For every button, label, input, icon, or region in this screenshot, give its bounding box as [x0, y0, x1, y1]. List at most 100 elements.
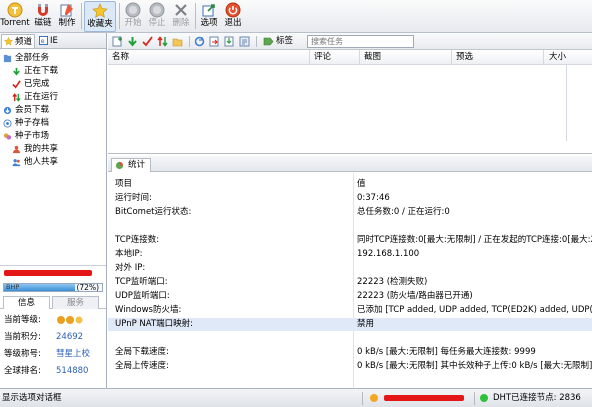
toolbar-divider [119, 3, 120, 29]
star-icon [4, 37, 13, 46]
stats-row-upnp[interactable]: UPnP NAT端口映射: 禁用 [108, 318, 592, 331]
main-toolbar: Torrent 磁链 制作 收藏夹 开始 停止 删除 选项 退出 [0, 0, 592, 33]
exit-power-icon [225, 2, 241, 18]
tree-item-others-share[interactable]: 他人共享 [12, 156, 58, 169]
list-column-divider [566, 65, 567, 141]
magnet-button[interactable]: 磁链 [32, 1, 54, 32]
tab-channels[interactable]: 频道 [1, 34, 35, 48]
checkmark-icon [12, 80, 21, 89]
user-info-panel: BHP (72%) 信息 服务 当前等级: 当前积分: 24692 等级称号: [0, 265, 106, 388]
ie-icon: e [39, 36, 48, 45]
subbar-divider [256, 36, 257, 47]
stats-row-download-speed: 全局下载速度: 0 kB/s [最大:无限制] 每任务最大连接数: 9999 [115, 347, 536, 357]
tab-ie[interactable]: e IE [37, 34, 65, 48]
running-arrows-icon[interactable] [157, 36, 168, 47]
tree-item-downloading[interactable]: 正在下载 [12, 65, 58, 78]
tab-statistics[interactable]: 统计 [111, 158, 151, 172]
left-tab-bar: 频道 e IE [0, 33, 106, 49]
user-row-level: 当前等级: [4, 312, 104, 328]
tree-item-member-download[interactable]: 会员下载 [3, 104, 49, 117]
start-icon [125, 2, 141, 18]
tab-service[interactable]: 服务 [52, 296, 99, 309]
running-arrows-icon [12, 93, 21, 102]
stats-row-tcp-connections: TCP连接数: 同时TCP连接数:0[最大:无限制] / 正在发起的TCP连接:… [115, 235, 592, 245]
toolbar-divider [195, 3, 196, 29]
stats-row-local-ip: 本地IP: 192.168.1.100 [115, 249, 420, 259]
delete-icon [175, 4, 187, 16]
stats-row-tcp-port: TCP监听端口: 22223 (检测失败) [115, 277, 428, 287]
task-list: 名称 评论 截图 预选 大小 [108, 50, 592, 154]
column-header-screenshot[interactable]: 截图 [360, 50, 452, 65]
export-icon[interactable] [209, 36, 220, 47]
favorites-star-icon [92, 3, 108, 18]
user-row-title: 等级称号: 彗星上校 [4, 349, 91, 359]
torrent-button[interactable]: Torrent [0, 1, 30, 32]
stats-row-windows-firewall: Windows防火墙: 已添加 [TCP added, UDP added, T… [115, 305, 592, 315]
all-tasks-icon [3, 54, 12, 63]
stats-row-external-ip: 对外 IP: [115, 263, 146, 273]
subbar-divider [189, 36, 190, 47]
level-badge-icon [57, 315, 83, 324]
folder-icon[interactable] [172, 36, 183, 47]
tree-item-torrent-market[interactable]: 种子市场 [3, 130, 49, 143]
member-download-icon [3, 106, 12, 115]
torrent-market-icon [3, 133, 12, 140]
username-redacted [4, 270, 92, 276]
exit-button[interactable]: 退出 [222, 1, 244, 32]
column-header-size[interactable]: 大小 [544, 50, 592, 65]
options-button[interactable]: 选项 [198, 1, 220, 32]
stats-row-uptime: 运行时间: 0:37:46 [115, 193, 390, 203]
favorites-button[interactable]: 收藏夹 [84, 1, 116, 32]
column-header-comments[interactable]: 评论 [310, 50, 360, 65]
left-pane: 频道 e IE 全部任务 正在下载 已完成 正在运行 会员下载 种子存档 种子市… [0, 33, 107, 388]
stats-header-row: 项目 值 [115, 179, 366, 189]
download-arrow-icon [13, 67, 20, 76]
delete-button[interactable]: 删除 [170, 1, 192, 32]
stats-row-run-state: BitComet运行状态: 总任务数:0 / 正在运行:0 [115, 207, 450, 217]
start-button[interactable]: 开始 [122, 1, 144, 32]
user-row-rank: 全球排名: 514880 [4, 366, 89, 376]
tree-item-all-tasks[interactable]: 全部任务 [3, 52, 49, 65]
status-divider [362, 392, 363, 405]
status-hint: 显示选项对话框 [2, 393, 62, 403]
search-tasks-input[interactable] [307, 35, 414, 48]
dht-status-icon [480, 394, 488, 402]
statistics-chart-icon [115, 161, 124, 170]
stats-row-upload-speed: 全局上传速度: 0 kB/s [最大:无限制] 其中长效种子上传:0 kB/s … [115, 361, 592, 371]
refresh-icon[interactable] [194, 36, 205, 47]
new-task-icon[interactable] [112, 36, 123, 47]
stop-icon [149, 2, 165, 18]
complete-check-icon[interactable] [142, 36, 153, 47]
tree-item-my-share[interactable]: 我的共享 [12, 143, 58, 156]
level-progress-bar: BHP (72%) [3, 283, 103, 292]
user-tab-bar: 信息 服务 [0, 295, 106, 309]
tree-item-running[interactable]: 正在运行 [12, 91, 58, 104]
toolbar-divider [81, 3, 82, 29]
statistics-tab-bar: 统计 [108, 156, 592, 172]
status-bar: 显示选项对话框 DHT已连接节点: 2836 [0, 388, 592, 407]
torrent-archive-icon [3, 119, 12, 128]
tab-info[interactable]: 信息 [3, 296, 50, 309]
tree-item-completed[interactable]: 已完成 [12, 78, 50, 91]
network-warning-icon [370, 394, 378, 402]
magnet-icon [38, 4, 48, 16]
tag-button[interactable]: 标签 [263, 35, 293, 48]
others-share-icon [12, 159, 21, 167]
column-header-name[interactable]: 名称 [108, 50, 310, 65]
download-icon[interactable] [127, 36, 138, 47]
tag-icon [263, 37, 274, 46]
stop-button[interactable]: 停止 [146, 1, 168, 32]
make-torrent-button[interactable]: 制作 [56, 1, 78, 32]
user-row-points: 当前积分: 24692 [4, 332, 84, 342]
tree-item-torrent-archive[interactable]: 种子存档 [3, 117, 49, 130]
statistics-panel: 统计 项目 值 运行时间: 0:37:46 BitComet运行状态: 总任务数… [108, 156, 592, 388]
options-icon [202, 4, 215, 17]
stats-row-udp-port: UDP监听端口: 22223 (防火墙/路由器已开通) [115, 291, 473, 301]
svg-text:e: e [41, 38, 45, 45]
column-header-preselect[interactable]: 预选 [452, 50, 544, 65]
make-torrent-icon [60, 4, 73, 17]
status-divider [474, 392, 475, 405]
import-icon[interactable] [224, 36, 235, 47]
torrent-icon [7, 2, 23, 18]
properties-icon[interactable] [239, 36, 250, 47]
